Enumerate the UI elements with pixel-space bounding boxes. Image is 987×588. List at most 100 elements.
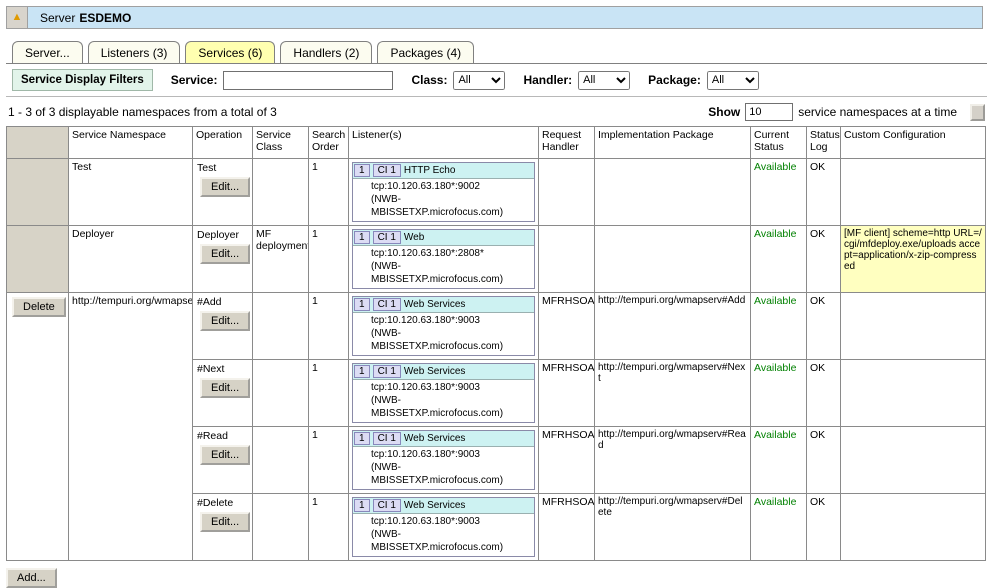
listener-box: 1 CI 1 Web Services tcp:10.120.63.180*:9… bbox=[352, 296, 535, 356]
listener-ci-badge: CI 1 bbox=[373, 365, 401, 378]
current-status-cell: Available bbox=[751, 427, 807, 494]
listener-box: 1 CI 1 Web Services tcp:10.120.63.180*:9… bbox=[352, 363, 535, 423]
triangle-up-icon: ▲ bbox=[12, 12, 23, 23]
listener-host: (NWB-MBISSETXP.microfocus.com) bbox=[371, 461, 532, 487]
row-actions-cell: Delete bbox=[7, 293, 69, 561]
listener-number-badge: 1 bbox=[354, 298, 370, 311]
request-handler-cell: MFRHSOAP bbox=[539, 360, 595, 427]
table-footer: Add... bbox=[6, 568, 987, 588]
service-class-cell bbox=[253, 427, 309, 494]
operation-label: #Delete bbox=[197, 497, 249, 509]
show-suffix-label: service namespaces at a time bbox=[798, 105, 957, 119]
namespace-cell: Deployer bbox=[69, 226, 193, 293]
listener-ci-badge: CI 1 bbox=[373, 432, 401, 445]
listener-name: Web bbox=[404, 232, 424, 243]
implementation-cell: http://tempuri.org/wmapserv#Add bbox=[595, 293, 751, 360]
server-name: ESDEMO bbox=[79, 11, 131, 25]
search-order-cell: 1 bbox=[309, 494, 349, 561]
tab-listeners[interactable]: Listeners (3) bbox=[88, 41, 181, 63]
status-log-cell: OK bbox=[807, 159, 841, 226]
edit-button[interactable]: Edit... bbox=[200, 177, 250, 197]
listener-box-body: tcp:10.120.63.180*:9003 (NWB-MBISSETXP.m… bbox=[353, 380, 534, 422]
class-filter-label: Class: bbox=[411, 73, 447, 87]
server-title: Server ESDEMO bbox=[28, 7, 982, 28]
namespace-cell: http://tempuri.org/wmapserv bbox=[69, 293, 193, 561]
search-order-cell: 1 bbox=[309, 159, 349, 226]
listener-number-badge: 1 bbox=[354, 231, 370, 244]
collapse-button[interactable]: ▲ bbox=[7, 7, 28, 28]
package-filter-select[interactable]: All bbox=[707, 71, 759, 90]
handler-filter-select[interactable]: All bbox=[578, 71, 630, 90]
listener-host: (NWB-MBISSETXP.microfocus.com) bbox=[371, 193, 532, 219]
services-table: Service Namespace Operation Service Clas… bbox=[6, 126, 986, 561]
listener-name: HTTP Echo bbox=[404, 165, 456, 176]
header-status-log: Status Log bbox=[807, 127, 841, 159]
listener-host: (NWB-MBISSETXP.microfocus.com) bbox=[371, 327, 532, 353]
tab-packages[interactable]: Packages (4) bbox=[377, 41, 474, 63]
search-order-cell: 1 bbox=[309, 360, 349, 427]
header-listeners: Listener(s) bbox=[349, 127, 539, 159]
listener-box-body: tcp:10.120.63.180*:9003 (NWB-MBISSETXP.m… bbox=[353, 514, 534, 556]
current-status-cell: Available bbox=[751, 159, 807, 226]
class-filter-select[interactable]: All bbox=[453, 71, 505, 90]
listener-box-header: 1 CI 1 Web bbox=[353, 230, 534, 246]
tab-services[interactable]: Services (6) bbox=[185, 41, 275, 63]
scroll-right-button[interactable] bbox=[970, 104, 985, 121]
row-actions-cell bbox=[7, 159, 69, 226]
show-controls: Show service namespaces at a time bbox=[708, 103, 985, 121]
service-filter-label: Service: bbox=[171, 73, 218, 87]
custom-config-cell bbox=[841, 159, 986, 226]
listener-name: Web Services bbox=[404, 366, 466, 377]
listener-host: (NWB-MBISSETXP.microfocus.com) bbox=[371, 394, 532, 420]
status-log-cell: OK bbox=[807, 427, 841, 494]
listener-name: Web Services bbox=[404, 299, 466, 310]
implementation-cell bbox=[595, 226, 751, 293]
enterprise-server-admin-page: ▲ Server ESDEMO Server... Listeners (3) … bbox=[6, 6, 987, 588]
server-label: Server bbox=[40, 11, 75, 25]
current-status-cell: Available bbox=[751, 494, 807, 561]
operation-label: Test bbox=[197, 162, 249, 174]
custom-config-cell bbox=[841, 494, 986, 561]
operation-cell: Test Edit... bbox=[193, 159, 253, 226]
listener-number-badge: 1 bbox=[354, 365, 370, 378]
status-log-cell: OK bbox=[807, 226, 841, 293]
listener-ci-badge: CI 1 bbox=[373, 231, 401, 244]
request-handler-cell bbox=[539, 226, 595, 293]
listener-cell: 1 CI 1 Web Services tcp:10.120.63.180*:9… bbox=[349, 360, 539, 427]
edit-button[interactable]: Edit... bbox=[200, 512, 250, 532]
listener-cell: 1 CI 1 Web tcp:10.120.63.180*:2808* (NWB… bbox=[349, 226, 539, 293]
delete-button[interactable]: Delete bbox=[12, 297, 66, 317]
show-label: Show bbox=[708, 105, 740, 119]
listener-cell: 1 CI 1 Web Services tcp:10.120.63.180*:9… bbox=[349, 494, 539, 561]
tab-handlers[interactable]: Handlers (2) bbox=[280, 41, 372, 63]
header-implementation-package: Implementation Package bbox=[595, 127, 751, 159]
status-log-cell: OK bbox=[807, 360, 841, 427]
service-class-cell bbox=[253, 159, 309, 226]
current-status-cell: Available bbox=[751, 360, 807, 427]
operation-cell: #Read Edit... bbox=[193, 427, 253, 494]
table-header-row: Service Namespace Operation Service Clas… bbox=[7, 127, 986, 159]
edit-button[interactable]: Edit... bbox=[200, 378, 250, 398]
listener-cell: 1 CI 1 HTTP Echo tcp:10.120.63.180*:9002… bbox=[349, 159, 539, 226]
operation-label: Deployer bbox=[197, 229, 249, 241]
edit-button[interactable]: Edit... bbox=[200, 244, 250, 264]
implementation-cell: http://tempuri.org/wmapserv#Next bbox=[595, 360, 751, 427]
edit-button[interactable]: Edit... bbox=[200, 311, 250, 331]
listener-address: tcp:10.120.63.180*:9003 bbox=[371, 448, 532, 461]
add-button[interactable]: Add... bbox=[6, 568, 57, 588]
tab-server[interactable]: Server... bbox=[12, 41, 83, 63]
listener-name: Web Services bbox=[404, 500, 466, 511]
operation-cell: Deployer Edit... bbox=[193, 226, 253, 293]
request-handler-cell bbox=[539, 159, 595, 226]
service-filter-input[interactable] bbox=[223, 71, 393, 90]
header-service-namespace: Service Namespace bbox=[69, 127, 193, 159]
listener-number-badge: 1 bbox=[354, 432, 370, 445]
search-order-cell: 1 bbox=[309, 427, 349, 494]
show-count-input[interactable] bbox=[745, 103, 793, 121]
edit-button[interactable]: Edit... bbox=[200, 445, 250, 465]
service-class-cell: MF deployment bbox=[253, 226, 309, 293]
operation-cell: #Delete Edit... bbox=[193, 494, 253, 561]
operation-label: #Read bbox=[197, 430, 249, 442]
pagination-row: 1 - 3 of 3 displayable namespaces from a… bbox=[6, 97, 987, 125]
service-class-cell bbox=[253, 494, 309, 561]
